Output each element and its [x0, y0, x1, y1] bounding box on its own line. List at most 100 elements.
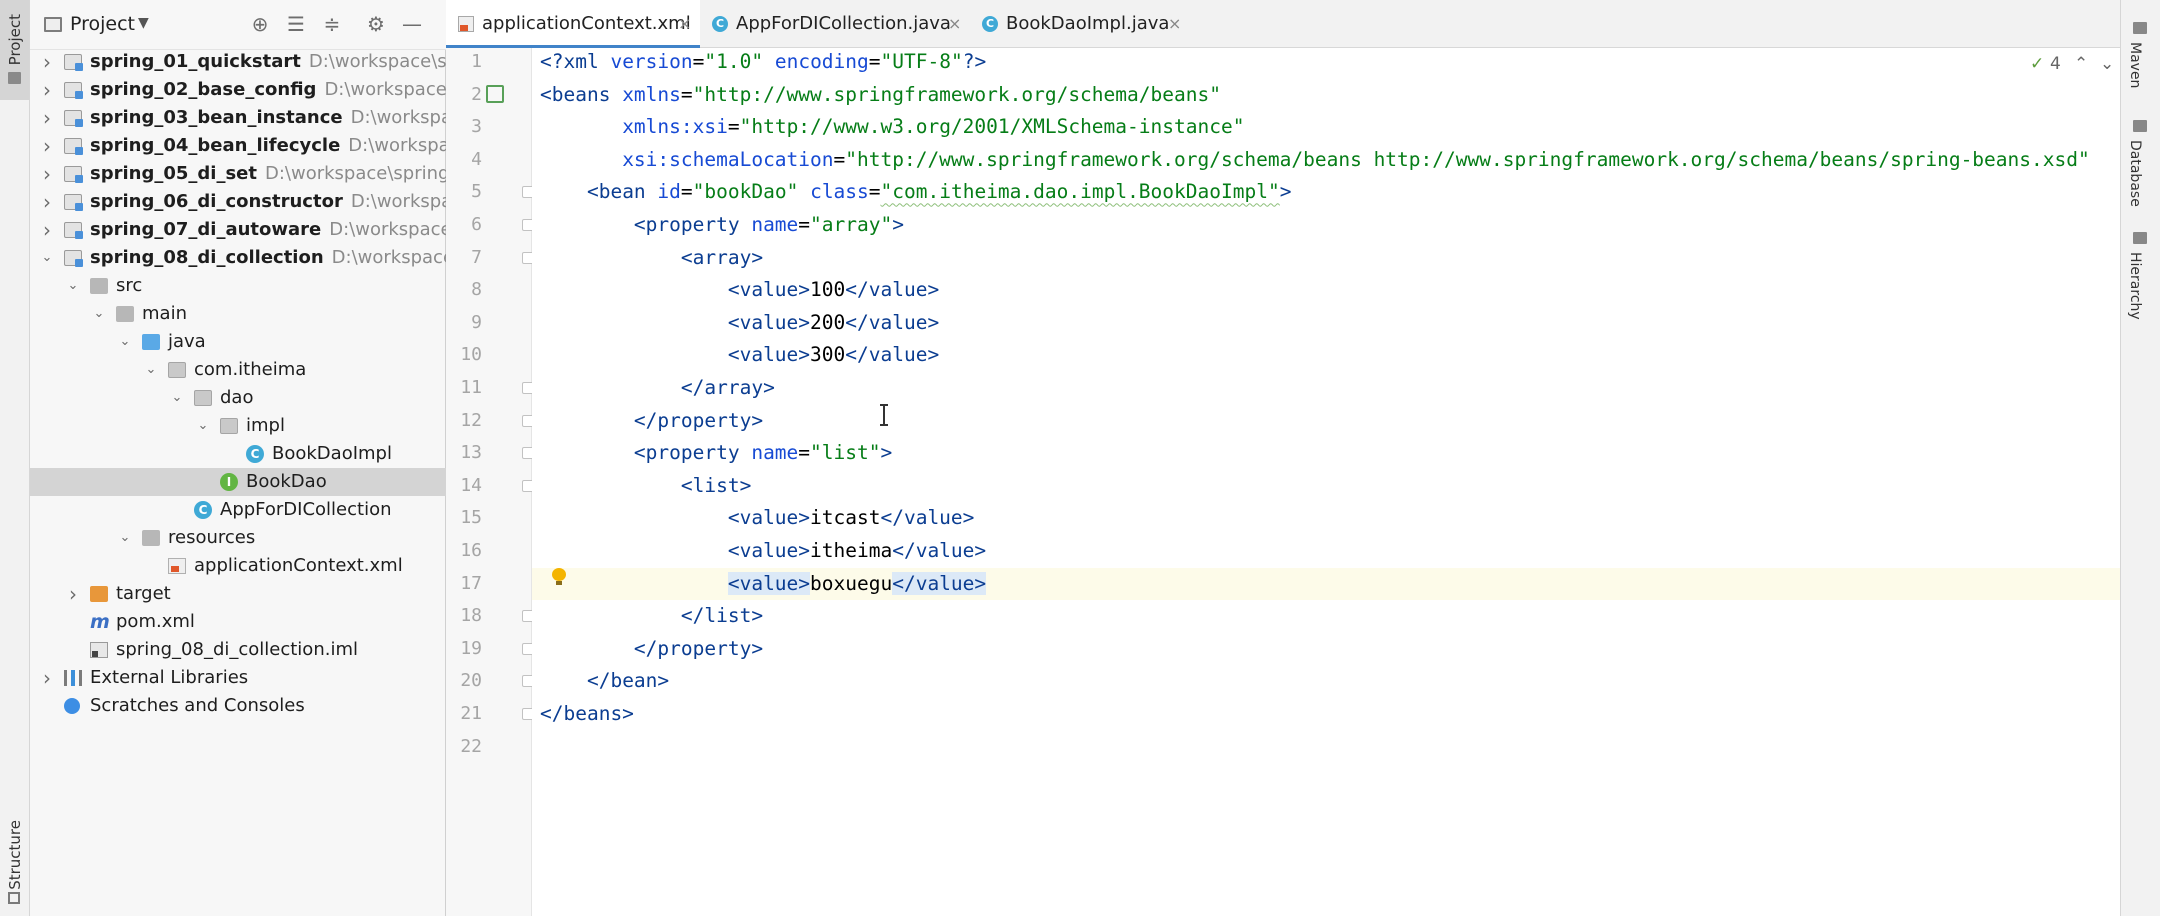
code-token: <beans: [540, 82, 623, 106]
tree-item-label: spring_08_di_collection D:\workspace\s: [90, 244, 446, 272]
maven-tool-button[interactable]: Maven: [2127, 42, 2143, 88]
chevron-down-icon[interactable]: ⌄: [196, 412, 210, 440]
code-line: xsi:schemaLocation="http://www.springfra…: [540, 144, 2090, 176]
bean-gutter-icon[interactable]: [486, 85, 504, 103]
tree-item-label: java: [168, 328, 206, 356]
tree-item[interactable]: I BookDao: [30, 468, 446, 496]
project-tool-window-button[interactable]: Project: [0, 0, 29, 100]
tree-item[interactable]: ⌄ main: [30, 300, 446, 328]
code-token: "http://www.springframework.org/schema/b…: [845, 147, 2090, 171]
tree-item[interactable]: › target: [30, 580, 446, 608]
line-number: 21: [460, 703, 482, 724]
editor-tab[interactable]: C AppForDICollection.java ×: [700, 0, 970, 48]
tree-item[interactable]: ⌄ impl: [30, 412, 446, 440]
folder-blue-icon: [142, 334, 160, 350]
tree-item[interactable]: m pom.xml: [30, 608, 446, 636]
chevron-right-icon[interactable]: ›: [40, 76, 54, 104]
project-panel-header: Project ▼ ⊕ ☰ ≑ ⚙ —: [30, 0, 446, 50]
locate-icon[interactable]: ⊕: [248, 12, 272, 36]
chevron-down-icon[interactable]: ⌄: [66, 272, 80, 300]
tree-item[interactable]: ⌄ spring_08_di_collection D:\workspace\s: [30, 244, 446, 272]
chevron-right-icon[interactable]: ›: [40, 664, 54, 692]
code-token: 200: [810, 310, 846, 334]
tree-item[interactable]: › spring_06_di_constructor D:\workspace: [30, 188, 446, 216]
tree-item-path: D:\workspace\spri: [308, 51, 446, 72]
tree-item-label: AppForDICollection: [220, 496, 392, 524]
code-token: =: [798, 213, 811, 236]
chevron-right-icon[interactable]: ›: [40, 48, 54, 76]
chevron-down-icon[interactable]: ⌄: [118, 524, 132, 552]
editor-tab[interactable]: applicationContext.xml ×: [446, 0, 700, 48]
tree-item[interactable]: › External Libraries: [30, 664, 446, 692]
tree-item[interactable]: › spring_05_di_set D:\workspace\spring\s: [30, 160, 446, 188]
tree-item[interactable]: ⌄ resources: [30, 524, 446, 552]
code-token: </property>: [633, 636, 764, 660]
chevron-right-icon[interactable]: ›: [66, 580, 80, 608]
database-tool-button[interactable]: Database: [2127, 140, 2143, 207]
tree-item[interactable]: › spring_03_bean_instance D:\workspace\: [30, 104, 446, 132]
tree-item[interactable]: Scratches and Consoles: [30, 692, 446, 720]
chevron-down-icon[interactable]: ⌄: [118, 328, 132, 356]
code-token: <value>: [727, 278, 811, 302]
code-token: </array>: [680, 376, 775, 399]
line-number: 20: [460, 670, 482, 692]
tree-item[interactable]: applicationContext.xml: [30, 552, 446, 580]
gear-icon[interactable]: ⚙: [364, 12, 388, 36]
code-token: =: [868, 180, 881, 204]
tree-item-path: D:\workspace: [350, 191, 446, 212]
chevron-down-icon[interactable]: ▼: [138, 15, 149, 31]
structure-tool-window-button[interactable]: Structure: [6, 820, 24, 890]
tree-item-name: spring_02_base_config: [90, 79, 317, 100]
tree-item[interactable]: › spring_02_base_config D:\workspace\sp: [30, 76, 446, 104]
code-token: </value>: [892, 571, 987, 595]
code-token: xsi:schemaLocation: [622, 147, 834, 171]
chevron-right-icon[interactable]: ›: [40, 132, 54, 160]
check-icon[interactable]: ✓: [2030, 54, 2044, 74]
inspection-count[interactable]: 4: [2050, 54, 2061, 74]
chevron-up-icon[interactable]: ⌃: [2074, 54, 2088, 74]
hierarchy-icon: [2133, 232, 2147, 244]
minimize-icon[interactable]: —: [400, 12, 424, 36]
chevron-down-icon[interactable]: ⌄: [144, 356, 158, 384]
lib-icon: [64, 670, 82, 686]
close-icon[interactable]: ×: [1168, 0, 1181, 48]
folder-icon: [8, 72, 21, 84]
chevron-right-icon[interactable]: ›: [40, 104, 54, 132]
chevron-down-icon[interactable]: ⌄: [2100, 54, 2114, 74]
tree-item[interactable]: C BookDaoImpl: [30, 440, 446, 468]
code-token: itheima: [810, 539, 893, 562]
chevron-right-icon[interactable]: ›: [40, 216, 54, 244]
chevron-down-icon[interactable]: ⌄: [40, 244, 54, 272]
module-icon: [64, 250, 83, 267]
tree-item[interactable]: ⌄ com.itheima: [30, 356, 446, 384]
collapse-all-icon[interactable]: ≑: [320, 12, 344, 36]
tree-item[interactable]: spring_08_di_collection.iml: [30, 636, 446, 664]
code-token: <property: [633, 213, 752, 236]
chevron-right-icon[interactable]: ›: [40, 160, 54, 188]
tree-item[interactable]: › spring_07_di_autoware D:\workspace\sp: [30, 216, 446, 244]
lightbulb-icon[interactable]: [551, 568, 567, 586]
tree-item[interactable]: ⌄ src: [30, 272, 446, 300]
xml-file-icon: [458, 16, 474, 32]
project-view-selector[interactable]: Project: [70, 13, 135, 35]
tree-item-label: External Libraries: [90, 664, 248, 692]
tree-item[interactable]: ⌄ dao: [30, 384, 446, 412]
close-icon[interactable]: ×: [678, 0, 691, 48]
editor-tab[interactable]: C BookDaoImpl.java ×: [970, 0, 1190, 48]
chevron-right-icon[interactable]: ›: [40, 188, 54, 216]
expand-all-icon[interactable]: ☰: [284, 12, 308, 36]
tree-item[interactable]: ⌄ java: [30, 328, 446, 356]
tree-item-label: spring_02_base_config D:\workspace\sp: [90, 76, 446, 104]
chevron-down-icon[interactable]: ⌄: [170, 384, 184, 412]
tree-item[interactable]: › spring_01_quickstart D:\workspace\spri: [30, 48, 446, 76]
tree-item-label: com.itheima: [194, 356, 306, 384]
tree-item[interactable]: › spring_04_bean_lifecycle D:\workspace\: [30, 132, 446, 160]
hierarchy-tool-button[interactable]: Hierarchy: [2127, 252, 2143, 320]
chevron-down-icon[interactable]: ⌄: [92, 300, 106, 328]
close-icon[interactable]: ×: [948, 0, 961, 48]
code-line: </beans>: [540, 698, 634, 730]
tree-item[interactable]: C AppForDICollection: [30, 496, 446, 524]
